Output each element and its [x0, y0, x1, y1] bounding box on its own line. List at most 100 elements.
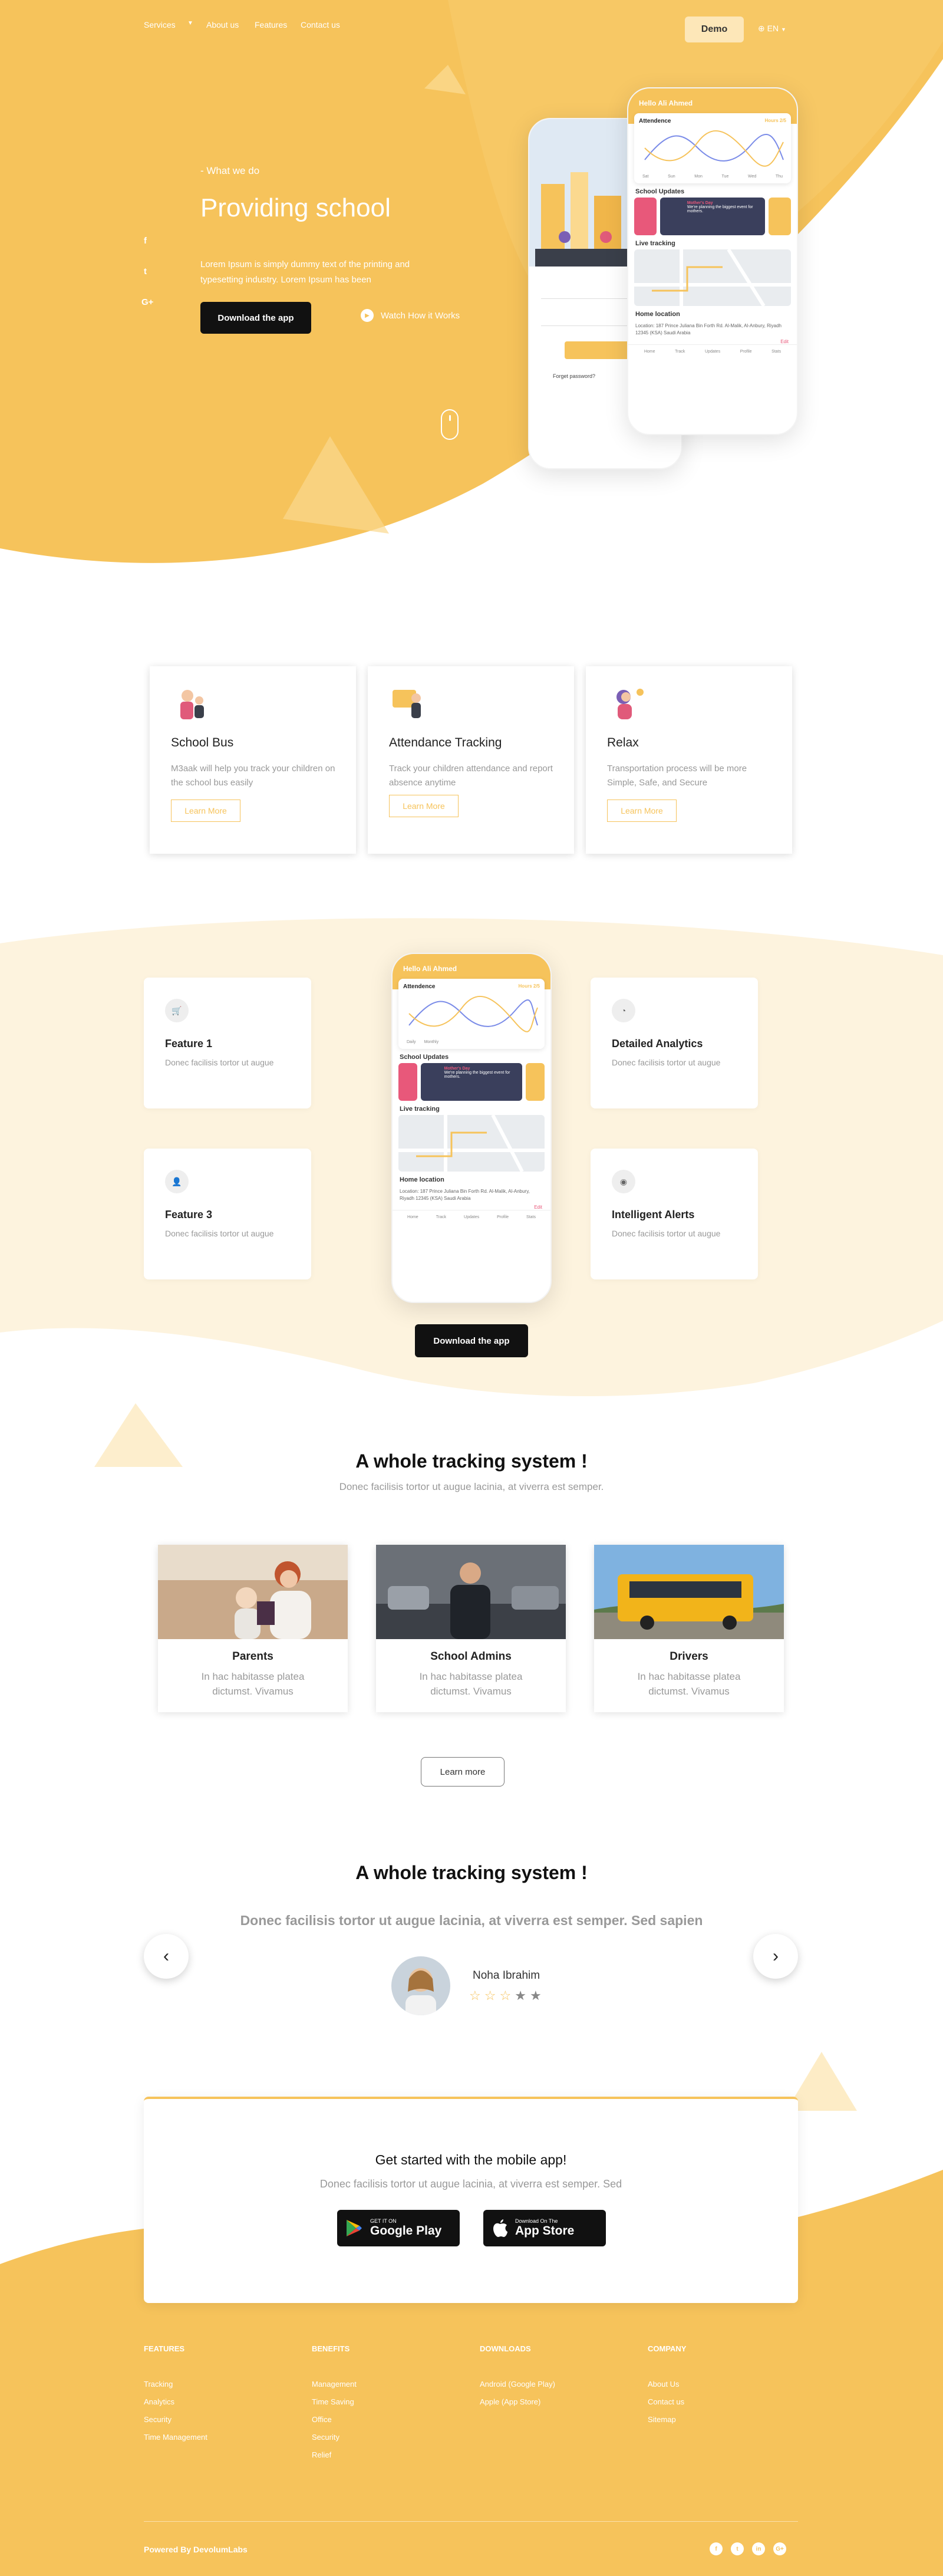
- home-icon: Home: [407, 1215, 418, 1219]
- watch-video-link[interactable]: ▶ Watch How it Works: [361, 309, 460, 322]
- footer-link[interactable]: Office: [312, 2415, 332, 2424]
- google-plus-icon[interactable]: G+: [141, 297, 153, 307]
- footer-link[interactable]: Management: [312, 2380, 357, 2389]
- footer-link[interactable]: Time Saving: [312, 2397, 354, 2406]
- edit-link: Edit: [780, 339, 789, 344]
- feature-desc: Donec facilisis tortor ut augue: [165, 1058, 274, 1067]
- nav-services[interactable]: Services: [144, 20, 176, 29]
- app-store-big: App Store: [515, 2224, 575, 2238]
- learn-more-button[interactable]: Learn More: [389, 795, 459, 817]
- star-outline-icon: ☆: [484, 1988, 500, 2003]
- app-phone-mockup: Hello Ali Ahmed Attendence Hours 2/5 Sat…: [627, 87, 798, 435]
- footer-link[interactable]: Tracking: [144, 2380, 173, 2389]
- service-desc: M3aak will help you track your children …: [171, 764, 335, 788]
- hero-title: Providing school: [200, 193, 391, 222]
- learn-more-button[interactable]: Learn More: [607, 800, 677, 822]
- update-tile-event: Mother's Day We're planning the biggest …: [420, 1063, 523, 1101]
- globe-icon: ⊕: [758, 24, 765, 33]
- feature-desc: Donec facilisis tortor ut augue: [612, 1229, 721, 1238]
- cta-subtitle: Donec facilisis tortor ut augue lacinia,…: [319, 2178, 622, 2190]
- bus-icon: Track: [436, 1215, 446, 1219]
- profile-icon: Profile: [740, 350, 752, 354]
- service-card-relax: Relax Transportation process will be mor…: [586, 666, 792, 854]
- download-app-button[interactable]: Download the app: [200, 302, 311, 334]
- update-tile-event: Mother's Day We're planning the biggest …: [660, 198, 766, 235]
- service-title: Relax: [607, 736, 639, 749]
- nav-features[interactable]: Features: [255, 20, 287, 29]
- service-title: School Bus: [171, 736, 234, 749]
- download-app-button[interactable]: Download the app: [415, 1324, 528, 1357]
- footer-link[interactable]: Analytics: [144, 2397, 174, 2406]
- facebook-icon[interactable]: f: [144, 236, 147, 246]
- footer-link[interactable]: Time Management: [144, 2433, 207, 2442]
- footer-link[interactable]: Security: [312, 2433, 339, 2442]
- update-tile: [398, 1063, 417, 1101]
- tracking-card-desc: In hac habitasse platea dictumst. Vivamu…: [201, 1671, 305, 1697]
- service-card-school-bus: School Bus M3aak will help you track you…: [150, 666, 356, 854]
- profile-icon: Profile: [497, 1215, 509, 1219]
- footer-link[interactable]: Contact us: [648, 2397, 684, 2406]
- demo-button[interactable]: Demo: [685, 17, 744, 42]
- chevron-down-icon: ▼: [780, 27, 786, 32]
- app-store-button[interactable]: Download On The App Store: [483, 2210, 606, 2246]
- chevron-down-icon[interactable]: ▼: [187, 20, 193, 27]
- footer-link[interactable]: About Us: [648, 2380, 679, 2389]
- testimonial-name: Noha Ibrahim: [473, 1969, 540, 1982]
- testimonial-quote: Donec facilisis tortor ut augue lacinia,…: [240, 1913, 703, 1928]
- feature-card: ◉ Intelligent Alerts Donec facilisis tor…: [591, 1149, 758, 1279]
- analytics-icon: ◔: [612, 999, 635, 1022]
- footer-heading: COMPANY: [648, 2344, 687, 2353]
- nav-contact[interactable]: Contact us: [301, 20, 340, 29]
- star-outline-icon: ☆: [499, 1988, 515, 2003]
- tracking-card-parents: Parents In hac habitasse platea dictumst…: [158, 1545, 348, 1712]
- feature-desc: Donec facilisis tortor ut augue: [165, 1229, 274, 1238]
- cta-title: Get started with the mobile app!: [375, 2152, 567, 2167]
- scroll-mouse-icon[interactable]: [441, 409, 459, 440]
- learn-more-button[interactable]: Learn More: [171, 800, 240, 822]
- footer-link[interactable]: Sitemap: [648, 2415, 676, 2424]
- edit-link: Edit: [534, 1205, 542, 1210]
- updates-icon: Updates: [464, 1215, 480, 1219]
- language-selector[interactable]: ⊕ EN ▼: [758, 24, 786, 34]
- attendance-label: Attendence: [639, 118, 671, 124]
- tracking-card-desc: In hac habitasse platea dictumst. Vivamu…: [419, 1671, 523, 1697]
- feature-title: Feature 1: [165, 1038, 213, 1050]
- chevron-left-icon[interactable]: ‹: [144, 1934, 189, 1979]
- linkedin-icon[interactable]: in: [752, 2542, 765, 2555]
- footer-heading: FEATURES: [144, 2344, 185, 2353]
- star-outline-icon: ☆: [469, 1988, 484, 2003]
- nav-about[interactable]: About us: [206, 20, 239, 29]
- footer-link[interactable]: Security: [144, 2415, 172, 2424]
- chevron-right-icon[interactable]: ›: [753, 1934, 798, 1979]
- tracking-card-drivers: Drivers In hac habitasse platea dictumst…: [594, 1545, 784, 1712]
- twitter-icon[interactable]: t: [731, 2542, 744, 2555]
- learn-more-button[interactable]: Learn more: [421, 1757, 505, 1787]
- legend-monthly: Monthly: [424, 1040, 439, 1044]
- footer-link[interactable]: Apple (App Store): [480, 2397, 540, 2406]
- attendance-illustration: [393, 690, 421, 718]
- tracking-subtitle: Donec facilisis tortor ut augue lacinia,…: [339, 1481, 604, 1492]
- user-icon: 👤: [165, 1170, 189, 1193]
- footer-link[interactable]: Android (Google Play): [480, 2380, 555, 2389]
- google-play-button[interactable]: GET IT ON Google Play: [337, 2210, 460, 2246]
- live-tracking-label: Live tracking: [635, 240, 675, 247]
- attendance-card: Attendence Hours 2/5 Sat Sun Mon Tue Wed…: [634, 113, 791, 183]
- facebook-icon[interactable]: f: [710, 2542, 723, 2555]
- hero-description: Lorem Ipsum is simply dummy text of the …: [200, 259, 410, 285]
- google-plus-icon[interactable]: G+: [773, 2542, 786, 2555]
- day-label: Mon: [694, 175, 703, 179]
- day-label: Tue: [721, 175, 729, 179]
- service-desc: Transportation process will be more Simp…: [607, 764, 747, 788]
- google-play-small: GET IT ON: [370, 2218, 397, 2224]
- tracking-card-title: School Admins: [430, 1650, 512, 1663]
- attendance-badge: Hours 2/5: [518, 983, 540, 989]
- day-label: Sun: [668, 175, 675, 179]
- footer-link[interactable]: Relief: [312, 2450, 331, 2459]
- tracking-card-title: Drivers: [670, 1650, 708, 1663]
- service-card-attendance: Attendance Tracking Track your children …: [368, 666, 574, 854]
- stats-icon: Stats: [771, 350, 782, 354]
- school-bus-photo: [594, 1545, 784, 1639]
- home-location-label: Home location: [400, 1176, 444, 1183]
- twitter-icon[interactable]: t: [144, 267, 147, 277]
- feature-card: 🛒 Feature 1 Donec facilisis tortor ut au…: [144, 978, 311, 1108]
